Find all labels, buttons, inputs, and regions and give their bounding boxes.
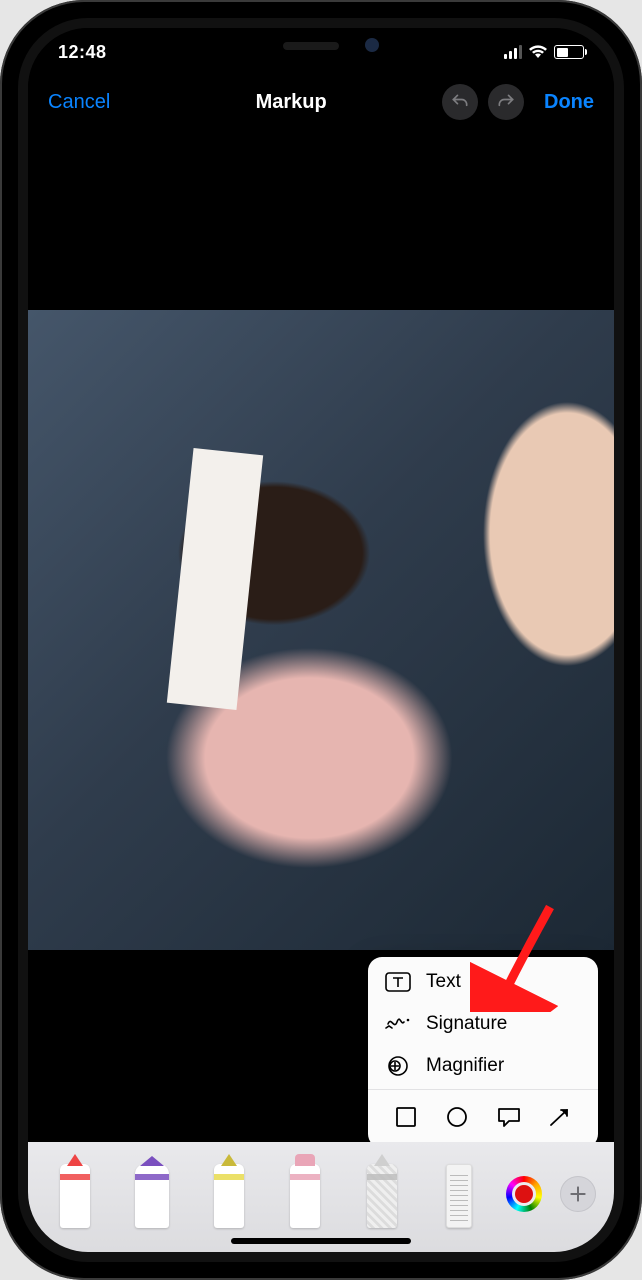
canvas-area[interactable]: Text Signature Magnifier	[28, 128, 614, 1252]
done-button[interactable]: Done	[544, 91, 594, 114]
popup-item-magnifier[interactable]: Magnifier	[368, 1045, 598, 1087]
tool-pen[interactable]	[42, 1152, 109, 1228]
tool-marker[interactable]	[119, 1152, 186, 1228]
tool-pencil[interactable]	[195, 1152, 262, 1228]
color-wheel-icon	[506, 1176, 542, 1212]
nav-bar: Cancel Markup Done	[28, 76, 614, 128]
shape-circle[interactable]	[442, 1102, 472, 1132]
battery-icon	[554, 45, 584, 59]
home-indicator[interactable]	[231, 1238, 411, 1244]
markup-toolbar	[28, 1142, 614, 1252]
color-picker[interactable]	[502, 1168, 546, 1212]
popup-item-label: Signature	[426, 1013, 507, 1035]
shape-arrow[interactable]	[545, 1102, 575, 1132]
add-markup-popup: Text Signature Magnifier	[368, 957, 598, 1148]
add-button[interactable]	[556, 1168, 600, 1212]
cancel-button[interactable]: Cancel	[48, 91, 110, 114]
status-time: 12:48	[58, 42, 107, 63]
signature-icon	[384, 1013, 412, 1035]
popup-item-signature[interactable]: Signature	[368, 1003, 598, 1045]
undo-button[interactable]	[442, 84, 478, 120]
popup-item-label: Text	[426, 971, 461, 993]
redo-button[interactable]	[488, 84, 524, 120]
page-title: Markup	[150, 91, 432, 114]
notch	[191, 28, 451, 64]
text-icon	[384, 971, 412, 993]
cellular-signal-icon	[504, 45, 522, 59]
tool-ruler[interactable]	[425, 1152, 492, 1228]
photo-content	[28, 310, 614, 950]
plus-icon	[560, 1176, 596, 1212]
popup-item-text[interactable]: Text	[368, 961, 598, 1003]
tool-lasso[interactable]	[349, 1152, 416, 1228]
shape-square[interactable]	[391, 1102, 421, 1132]
popup-item-label: Magnifier	[426, 1055, 504, 1077]
shape-speech-bubble[interactable]	[494, 1102, 524, 1132]
undo-redo-group	[442, 84, 524, 120]
popup-divider	[368, 1089, 598, 1090]
wifi-icon	[528, 45, 548, 59]
popup-shape-row	[368, 1092, 598, 1144]
tool-eraser[interactable]	[272, 1152, 339, 1228]
phone-frame: 12:48 Cancel Markup	[0, 0, 642, 1280]
magnifier-icon	[384, 1055, 412, 1077]
